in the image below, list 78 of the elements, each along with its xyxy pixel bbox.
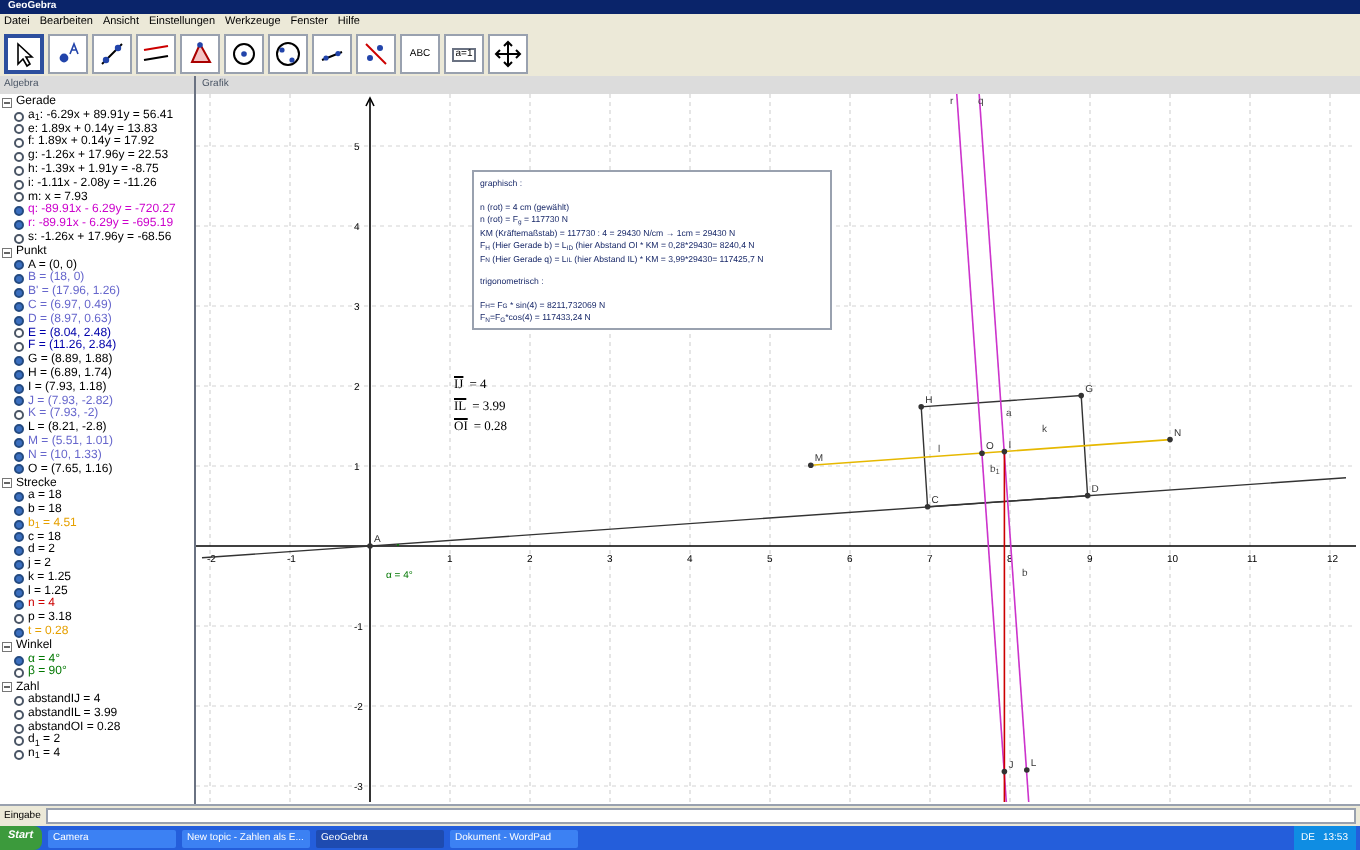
visible-bullet[interactable] bbox=[14, 451, 24, 462]
point-marker[interactable] bbox=[924, 504, 931, 510]
visible-bullet[interactable] bbox=[14, 274, 24, 285]
visible-bullet[interactable] bbox=[14, 587, 24, 598]
hidden-bullet[interactable] bbox=[14, 736, 24, 747]
visible-bullet[interactable] bbox=[14, 315, 24, 326]
point-marker[interactable] bbox=[1084, 492, 1091, 499]
tool-button[interactable] bbox=[488, 34, 528, 74]
visible-bullet[interactable] bbox=[14, 559, 24, 570]
hidden-bullet[interactable] bbox=[14, 614, 24, 625]
collapse-icon[interactable] bbox=[2, 641, 12, 652]
point-marker[interactable] bbox=[1001, 768, 1008, 775]
hidden-bullet[interactable] bbox=[14, 668, 24, 679]
visible-bullet[interactable] bbox=[14, 600, 24, 611]
hidden-bullet[interactable] bbox=[14, 138, 24, 149]
hidden-bullet[interactable] bbox=[14, 111, 24, 122]
reflect-icon bbox=[362, 40, 390, 68]
point-marker[interactable] bbox=[1024, 767, 1030, 773]
visible-bullet[interactable] bbox=[14, 424, 24, 435]
visible-bullet[interactable] bbox=[14, 655, 24, 666]
point-marker[interactable] bbox=[1078, 392, 1084, 399]
visible-bullet[interactable] bbox=[14, 464, 24, 475]
visible-bullet[interactable] bbox=[14, 505, 24, 516]
point-icon bbox=[54, 40, 82, 68]
collapse-icon[interactable] bbox=[2, 682, 12, 693]
hidden-bullet[interactable] bbox=[14, 233, 24, 244]
visible-bullet[interactable] bbox=[14, 206, 24, 217]
tool-button[interactable] bbox=[224, 34, 264, 74]
hidden-bullet[interactable] bbox=[14, 723, 24, 734]
collapse-icon[interactable] bbox=[2, 97, 12, 108]
circle-icon bbox=[230, 40, 258, 68]
tool-button[interactable] bbox=[268, 34, 308, 74]
triangle-icon bbox=[186, 40, 214, 68]
visible-bullet[interactable] bbox=[14, 288, 24, 299]
point-marker[interactable] bbox=[918, 404, 924, 410]
visible-bullet[interactable] bbox=[14, 301, 24, 312]
hidden-bullet[interactable] bbox=[14, 179, 24, 190]
move-arrows-icon bbox=[494, 40, 522, 68]
visible-bullet[interactable] bbox=[14, 437, 24, 448]
circle-points-icon bbox=[274, 40, 302, 68]
visible-bullet[interactable] bbox=[14, 519, 24, 530]
visible-bullet[interactable] bbox=[14, 546, 24, 557]
tool-button[interactable] bbox=[312, 34, 352, 74]
point-marker[interactable] bbox=[367, 543, 373, 549]
tool-button[interactable] bbox=[48, 34, 88, 74]
hidden-bullet[interactable] bbox=[14, 124, 24, 135]
tool-button[interactable] bbox=[356, 34, 396, 74]
hidden-bullet[interactable] bbox=[14, 410, 24, 421]
hidden-bullet[interactable] bbox=[14, 709, 24, 720]
hidden-bullet[interactable] bbox=[14, 192, 24, 203]
collapse-icon[interactable] bbox=[2, 247, 12, 258]
hidden-bullet[interactable] bbox=[14, 152, 24, 163]
hidden-bullet[interactable] bbox=[14, 328, 24, 339]
hidden-bullet[interactable] bbox=[14, 342, 24, 353]
visible-bullet[interactable] bbox=[14, 356, 24, 367]
point-marker[interactable] bbox=[979, 450, 985, 456]
point-marker[interactable] bbox=[1001, 448, 1008, 455]
hidden-bullet[interactable] bbox=[14, 750, 24, 761]
visible-bullet[interactable] bbox=[14, 492, 24, 502]
tool-button[interactable] bbox=[136, 34, 176, 74]
visible-bullet[interactable] bbox=[14, 383, 24, 394]
line-icon bbox=[98, 40, 126, 68]
input-field[interactable] bbox=[46, 808, 1356, 824]
visible-bullet[interactable] bbox=[14, 369, 24, 380]
point-marker[interactable] bbox=[808, 462, 814, 468]
point-marker[interactable] bbox=[1167, 436, 1173, 443]
visible-bullet[interactable] bbox=[14, 260, 24, 271]
collapse-icon[interactable] bbox=[2, 478, 12, 489]
visible-bullet[interactable] bbox=[14, 573, 24, 584]
hidden-bullet[interactable] bbox=[14, 165, 24, 176]
tool-button[interactable] bbox=[4, 34, 44, 74]
visible-bullet[interactable] bbox=[14, 627, 24, 638]
tool-button[interactable] bbox=[92, 34, 132, 74]
hidden-bullet[interactable] bbox=[14, 695, 24, 706]
visible-bullet[interactable] bbox=[14, 220, 24, 231]
visible-bullet[interactable] bbox=[14, 532, 24, 543]
tool-button[interactable] bbox=[180, 34, 220, 74]
visible-bullet[interactable] bbox=[14, 396, 24, 407]
